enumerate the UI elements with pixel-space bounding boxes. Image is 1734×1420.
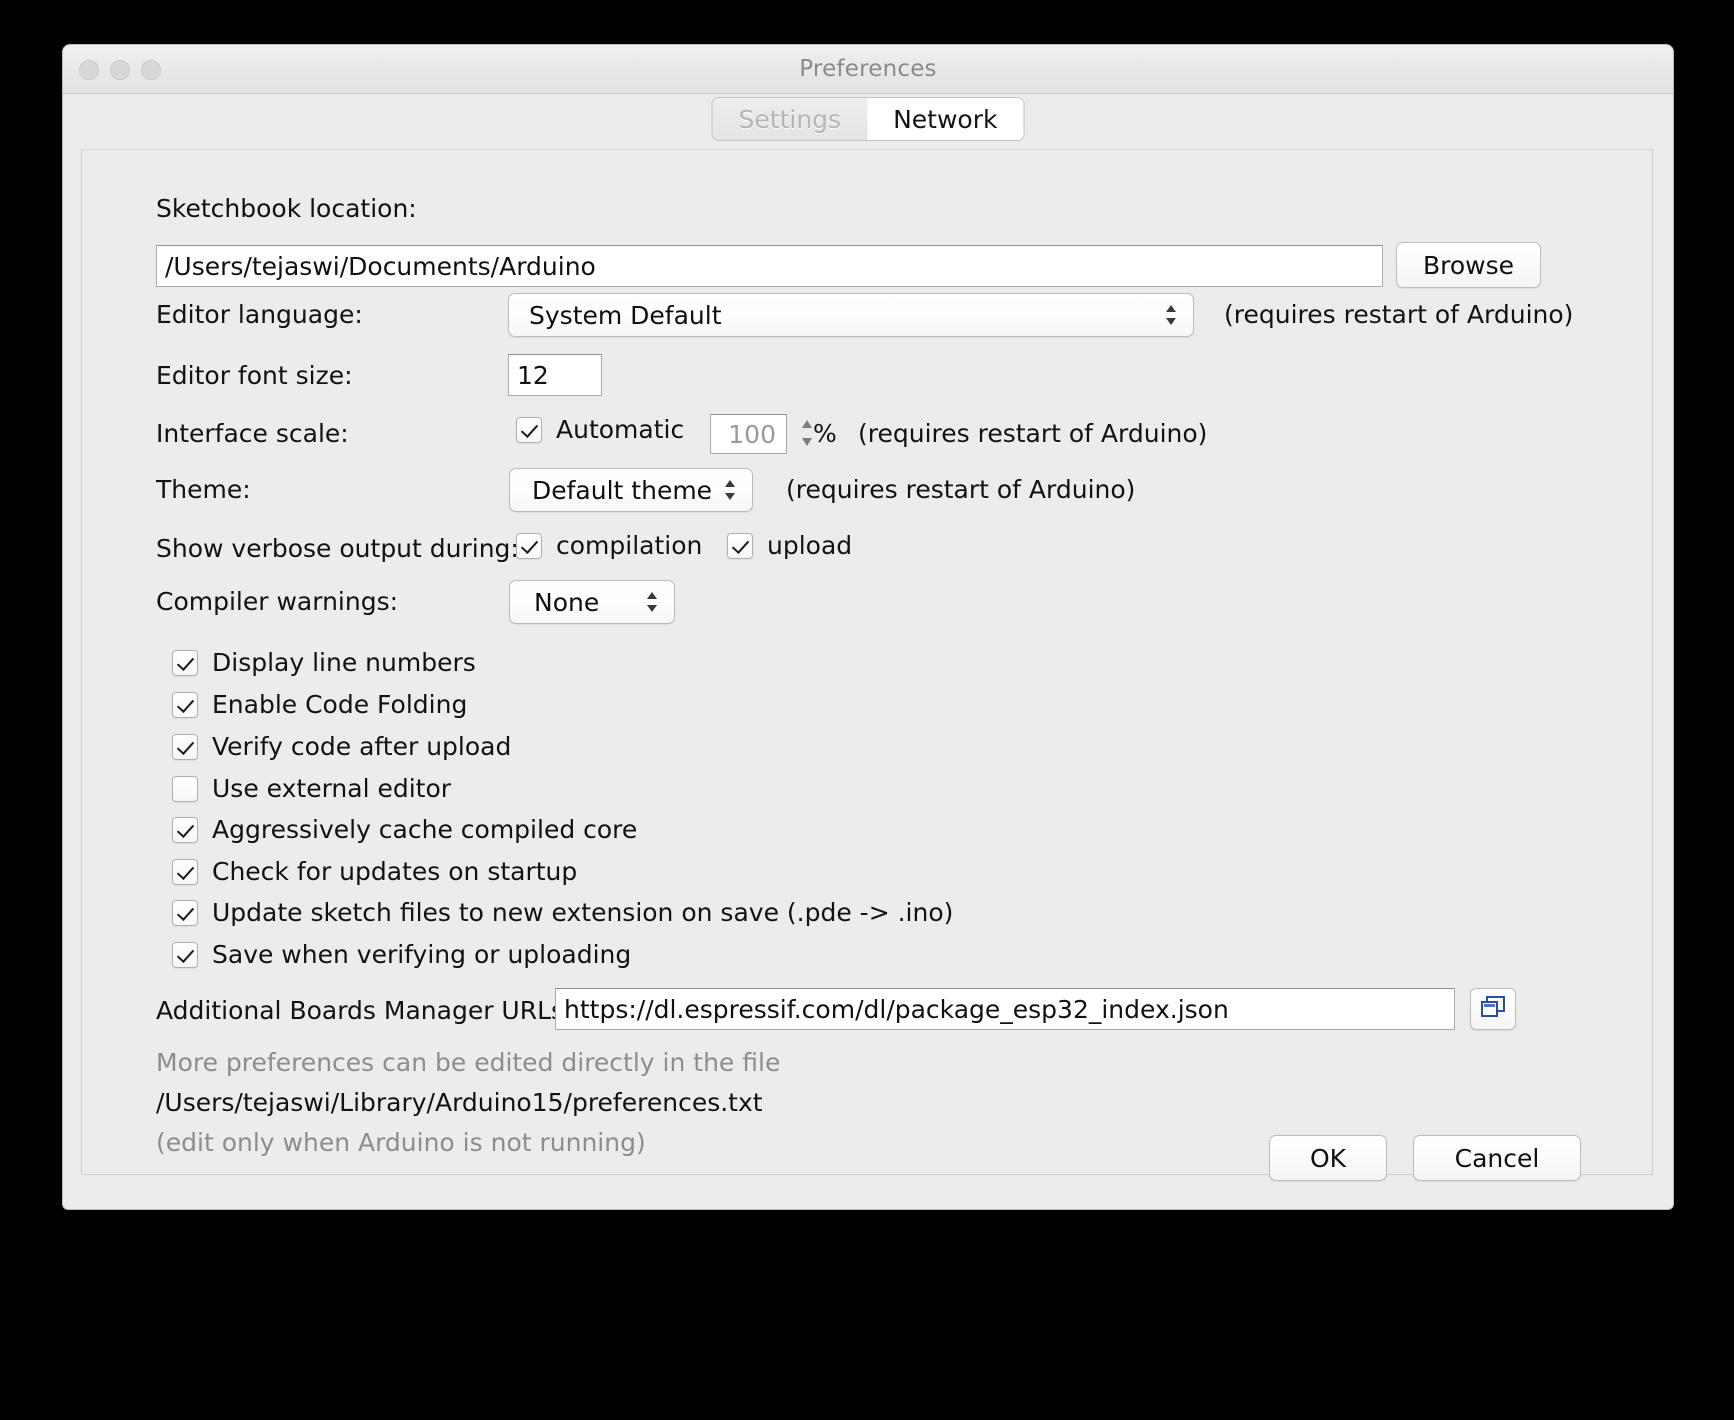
verbose-compilation-checkbox[interactable] <box>516 533 542 559</box>
compiler-warnings-label: Compiler warnings: <box>156 587 398 616</box>
option-label: Use external editor <box>212 774 451 803</box>
option-label: Enable Code Folding <box>212 690 467 719</box>
option-checkbox[interactable] <box>172 942 198 968</box>
option-label: Check for updates on startup <box>212 857 577 886</box>
option-enable-code-folding[interactable]: Enable Code Folding <box>172 690 467 719</box>
option-label: Update sketch files to new extension on … <box>212 898 953 927</box>
preferences-file-path: /Users/tejaswi/Library/Arduino15/prefere… <box>156 1088 763 1117</box>
screen: Preferences Settings Network Sketchbook … <box>0 0 1734 1420</box>
dialog-footer: OK Cancel <box>63 1123 1673 1209</box>
theme-label-row: Theme: <box>156 475 251 504</box>
editor-language-note-row: (requires restart of Arduino) <box>1224 300 1573 329</box>
tab-strip: Settings Network <box>63 94 1673 144</box>
compiler-warnings-value: None <box>534 588 599 617</box>
browse-button[interactable]: Browse <box>1396 242 1541 288</box>
option-check-for-updates-on-startup[interactable]: Check for updates on startup <box>172 857 577 886</box>
interface-scale-automatic-label: Automatic <box>556 415 684 444</box>
chevron-up-down-icon <box>644 588 660 616</box>
verbose-output-label-row: Show verbose output during: <box>156 534 519 563</box>
boards-manager-urls-label: Additional Boards Manager URLs: <box>156 996 572 1025</box>
verbose-compilation-row: compilation <box>516 531 702 560</box>
option-label: Display line numbers <box>212 648 476 677</box>
option-aggressively-cache-compiled-core[interactable]: Aggressively cache compiled core <box>172 815 637 844</box>
chevron-up-down-icon <box>1163 301 1179 329</box>
option-update-sketch-files-extension[interactable]: Update sketch files to new extension on … <box>172 898 953 927</box>
interface-scale-label: Interface scale: <box>156 419 349 448</box>
option-checkbox[interactable] <box>172 900 198 926</box>
preferences-panel: Sketchbook location: /Users/tejaswi/Docu… <box>81 149 1653 1175</box>
boards-manager-urls-input[interactable]: https://dl.espressif.com/dl/package_esp3… <box>555 988 1455 1030</box>
verbose-compilation-label: compilation <box>556 531 702 560</box>
theme-restart-note: (requires restart of Arduino) <box>786 475 1135 504</box>
option-use-external-editor[interactable]: Use external editor <box>172 774 451 803</box>
cancel-button[interactable]: Cancel <box>1413 1135 1581 1181</box>
verbose-upload-row: upload <box>727 531 852 560</box>
interface-scale-percent-label: % <box>813 419 837 448</box>
option-label: Verify code after upload <box>212 732 511 761</box>
more-prefs-line1-row: More preferences can be edited directly … <box>156 1048 780 1077</box>
verbose-upload-label: upload <box>767 531 852 560</box>
boards-urls-label-row: Additional Boards Manager URLs: <box>156 996 572 1025</box>
editor-language-label-row: Editor language: <box>156 300 363 329</box>
tab-settings[interactable]: Settings <box>713 98 868 140</box>
window-title: Preferences <box>63 56 1673 82</box>
option-checkbox[interactable] <box>172 650 198 676</box>
editor-font-size-label-row: Editor font size: <box>156 361 353 390</box>
option-save-when-verifying-or-uploading[interactable]: Save when verifying or uploading <box>172 940 631 969</box>
editor-language-value: System Default <box>529 301 722 330</box>
more-preferences-hint: More preferences can be edited directly … <box>156 1048 780 1077</box>
option-verify-code-after-upload[interactable]: Verify code after upload <box>172 732 511 761</box>
verbose-output-label: Show verbose output during: <box>156 534 519 563</box>
option-display-line-numbers[interactable]: Display line numbers <box>172 648 476 677</box>
verbose-upload-checkbox[interactable] <box>727 533 753 559</box>
editor-language-select[interactable]: System Default <box>508 293 1194 337</box>
option-label: Aggressively cache compiled core <box>212 815 637 844</box>
option-checkbox[interactable] <box>172 859 198 885</box>
open-list-icon <box>1480 995 1506 1023</box>
theme-note-row: (requires restart of Arduino) <box>786 475 1135 504</box>
sketchbook-location-label: Sketchbook location: <box>156 194 417 223</box>
option-checkbox[interactable] <box>172 692 198 718</box>
interface-scale-value-input[interactable]: 100 <box>710 414 787 454</box>
option-checkbox[interactable] <box>172 817 198 843</box>
interface-scale-percent-row: % <box>813 419 837 448</box>
option-checkbox[interactable] <box>172 776 198 802</box>
theme-label: Theme: <box>156 475 251 504</box>
compiler-warnings-label-row: Compiler warnings: <box>156 587 398 616</box>
ok-button[interactable]: OK <box>1269 1135 1387 1181</box>
window-titlebar: Preferences <box>63 45 1673 94</box>
sketchbook-location-label-row: Sketchbook location: <box>156 194 417 223</box>
editor-font-size-label: Editor font size: <box>156 361 353 390</box>
interface-scale-label-row: Interface scale: <box>156 419 349 448</box>
chevron-up-down-icon <box>722 476 738 504</box>
editor-language-restart-note: (requires restart of Arduino) <box>1224 300 1573 329</box>
theme-value: Default theme <box>532 476 712 505</box>
more-prefs-line2-row: /Users/tejaswi/Library/Arduino15/prefere… <box>156 1088 763 1117</box>
interface-scale-restart-note: (requires restart of Arduino) <box>858 419 1207 448</box>
interface-scale-automatic-row: Automatic <box>516 415 684 444</box>
interface-scale-note-row: (requires restart of Arduino) <box>858 419 1207 448</box>
interface-scale-automatic-checkbox[interactable] <box>516 417 542 443</box>
tab-network[interactable]: Network <box>867 98 1023 140</box>
editor-font-size-input[interactable]: 12 <box>508 354 602 396</box>
editor-language-label: Editor language: <box>156 300 363 329</box>
theme-select[interactable]: Default theme <box>509 468 753 512</box>
sketchbook-location-input[interactable]: /Users/tejaswi/Documents/Arduino <box>156 245 1383 287</box>
compiler-warnings-select[interactable]: None <box>509 580 675 624</box>
option-checkbox[interactable] <box>172 734 198 760</box>
open-list-icon-button[interactable] <box>1470 988 1516 1030</box>
preferences-window: Preferences Settings Network Sketchbook … <box>62 44 1674 1210</box>
option-label: Save when verifying or uploading <box>212 940 631 969</box>
